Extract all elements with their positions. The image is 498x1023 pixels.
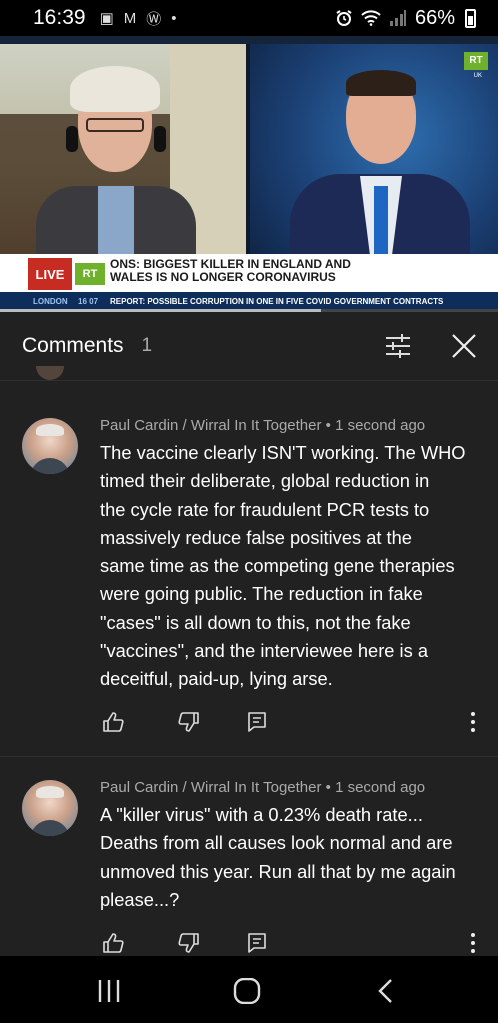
comment-line: please...? [100, 888, 180, 910]
avatar[interactable] [22, 418, 78, 474]
signal-icon [389, 10, 406, 26]
notification-icon: ▣ [99, 10, 114, 27]
comment-line: same time as the competing gene therapie… [100, 555, 455, 577]
guest-hair [70, 66, 160, 112]
guest-video-pane [0, 44, 246, 276]
ticker-logo: RT [75, 263, 105, 285]
comment-author[interactable]: Paul Cardin / Wirral In It Together • 1 … [100, 417, 425, 434]
channel-logo: RT [464, 52, 488, 70]
video-player[interactable]: RT UK LIVE RT ONS: BIGGEST KILLER IN ENG… [0, 36, 498, 312]
comment-line: the cycle rate for fraudulent PCR tests … [100, 498, 430, 520]
battery-percent: 66% [414, 6, 455, 29]
comment-line: massively reduce false positives at the [100, 526, 412, 548]
status-right: 66% [335, 7, 476, 30]
wifi-icon [361, 10, 381, 26]
comment-line: The vaccine clearly ISN'T working. The W… [100, 442, 466, 463]
ticker-headline: ONS: BIGGEST KILLER IN ENGLAND AND WALES… [110, 258, 490, 284]
live-badge: LIVE [28, 258, 72, 290]
thumbs-up-icon[interactable] [102, 711, 124, 733]
reply-icon[interactable] [246, 932, 268, 954]
status-bar: 16:39 ▣ M Ⓦ • 66% [0, 0, 498, 36]
comments-title: Comments [22, 334, 124, 357]
dot-icon: • [171, 9, 177, 27]
video-top-strip [0, 36, 498, 44]
gmail-icon: M [123, 9, 137, 27]
news-ticker: LIVE RT ONS: BIGGEST KILLER IN ENGLAND A… [0, 254, 498, 312]
more-vert-icon[interactable] [466, 711, 480, 733]
comment-line: Deaths from all causes look normal and a… [100, 832, 453, 854]
ticker-report: REPORT: POSSIBLE CORRUPTION IN ONE IN FI… [110, 296, 444, 306]
comment-item: Paul Cardin / Wirral In It Together • 1 … [0, 402, 498, 762]
comments-count: 1 [141, 335, 153, 356]
comment-line: "cases" is all down to this, not the fak… [100, 611, 411, 633]
headline-line-2: WALES IS NO LONGER CORONAVIRUS [110, 270, 336, 284]
comment-line: timed their deliberate, global reduction… [100, 470, 430, 492]
avatar[interactable] [22, 780, 78, 836]
thumbs-up-icon[interactable] [102, 932, 124, 954]
status-time: 16:39 [33, 6, 86, 29]
comment-item: Paul Cardin / Wirral In It Together • 1 … [0, 764, 498, 956]
anchor-video-pane: RT UK [250, 44, 498, 276]
thumbs-down-icon[interactable] [178, 711, 200, 733]
anchor-hair [346, 70, 416, 96]
comment-line: were going public. The reduction in fake [100, 583, 423, 605]
comment-text: The vaccine clearly ISN'T working. The W… [100, 439, 484, 694]
comments-panel: Comments 1 Paul Cardin / Wirral In It To… [0, 312, 498, 956]
back-icon[interactable] [372, 978, 402, 1004]
header-divider [0, 380, 498, 381]
filter-icon[interactable] [384, 332, 412, 360]
battery-icon [465, 8, 476, 28]
more-vert-icon[interactable] [466, 932, 480, 954]
comment-line: "vaccines", and the interviewee here is … [100, 640, 429, 662]
recents-icon[interactable] [94, 978, 124, 1004]
comment-line: deceitful, paid-up, lying arse. [100, 668, 333, 690]
notification-icons: ▣ M Ⓦ • [100, 8, 177, 29]
guest-figure [36, 66, 196, 276]
headset-left [66, 126, 78, 152]
ticker-location: LONDON [33, 296, 68, 306]
wordpress-icon: Ⓦ [146, 10, 162, 28]
ticker-clock: 16 07 [78, 296, 99, 306]
reply-icon[interactable] [246, 711, 268, 733]
channel-region: UK [473, 73, 482, 79]
headset-right [154, 126, 166, 152]
comment-text: A "killer virus" with a 0.23% death rate… [100, 801, 484, 914]
comment-actions [100, 711, 484, 735]
alarm-icon [336, 10, 352, 26]
thumbs-down-icon[interactable] [178, 932, 200, 954]
guest-glasses [86, 118, 144, 132]
comment-line: A "killer virus" with a 0.23% death rate… [100, 804, 423, 825]
comment-actions [100, 932, 484, 956]
comment-author[interactable]: Paul Cardin / Wirral In It Together • 1 … [100, 779, 425, 796]
anchor-figure [290, 64, 470, 276]
comment-divider [0, 756, 498, 757]
ticker-lower-bar: LONDON 16 07 REPORT: POSSIBLE CORRUPTION… [0, 292, 498, 310]
home-icon[interactable] [232, 978, 262, 1004]
close-icon[interactable] [450, 332, 478, 360]
comment-line: unmoved this year. Run all that by me ag… [100, 860, 456, 882]
system-nav-bar [0, 956, 498, 1023]
comments-header: Comments 1 [0, 312, 498, 380]
